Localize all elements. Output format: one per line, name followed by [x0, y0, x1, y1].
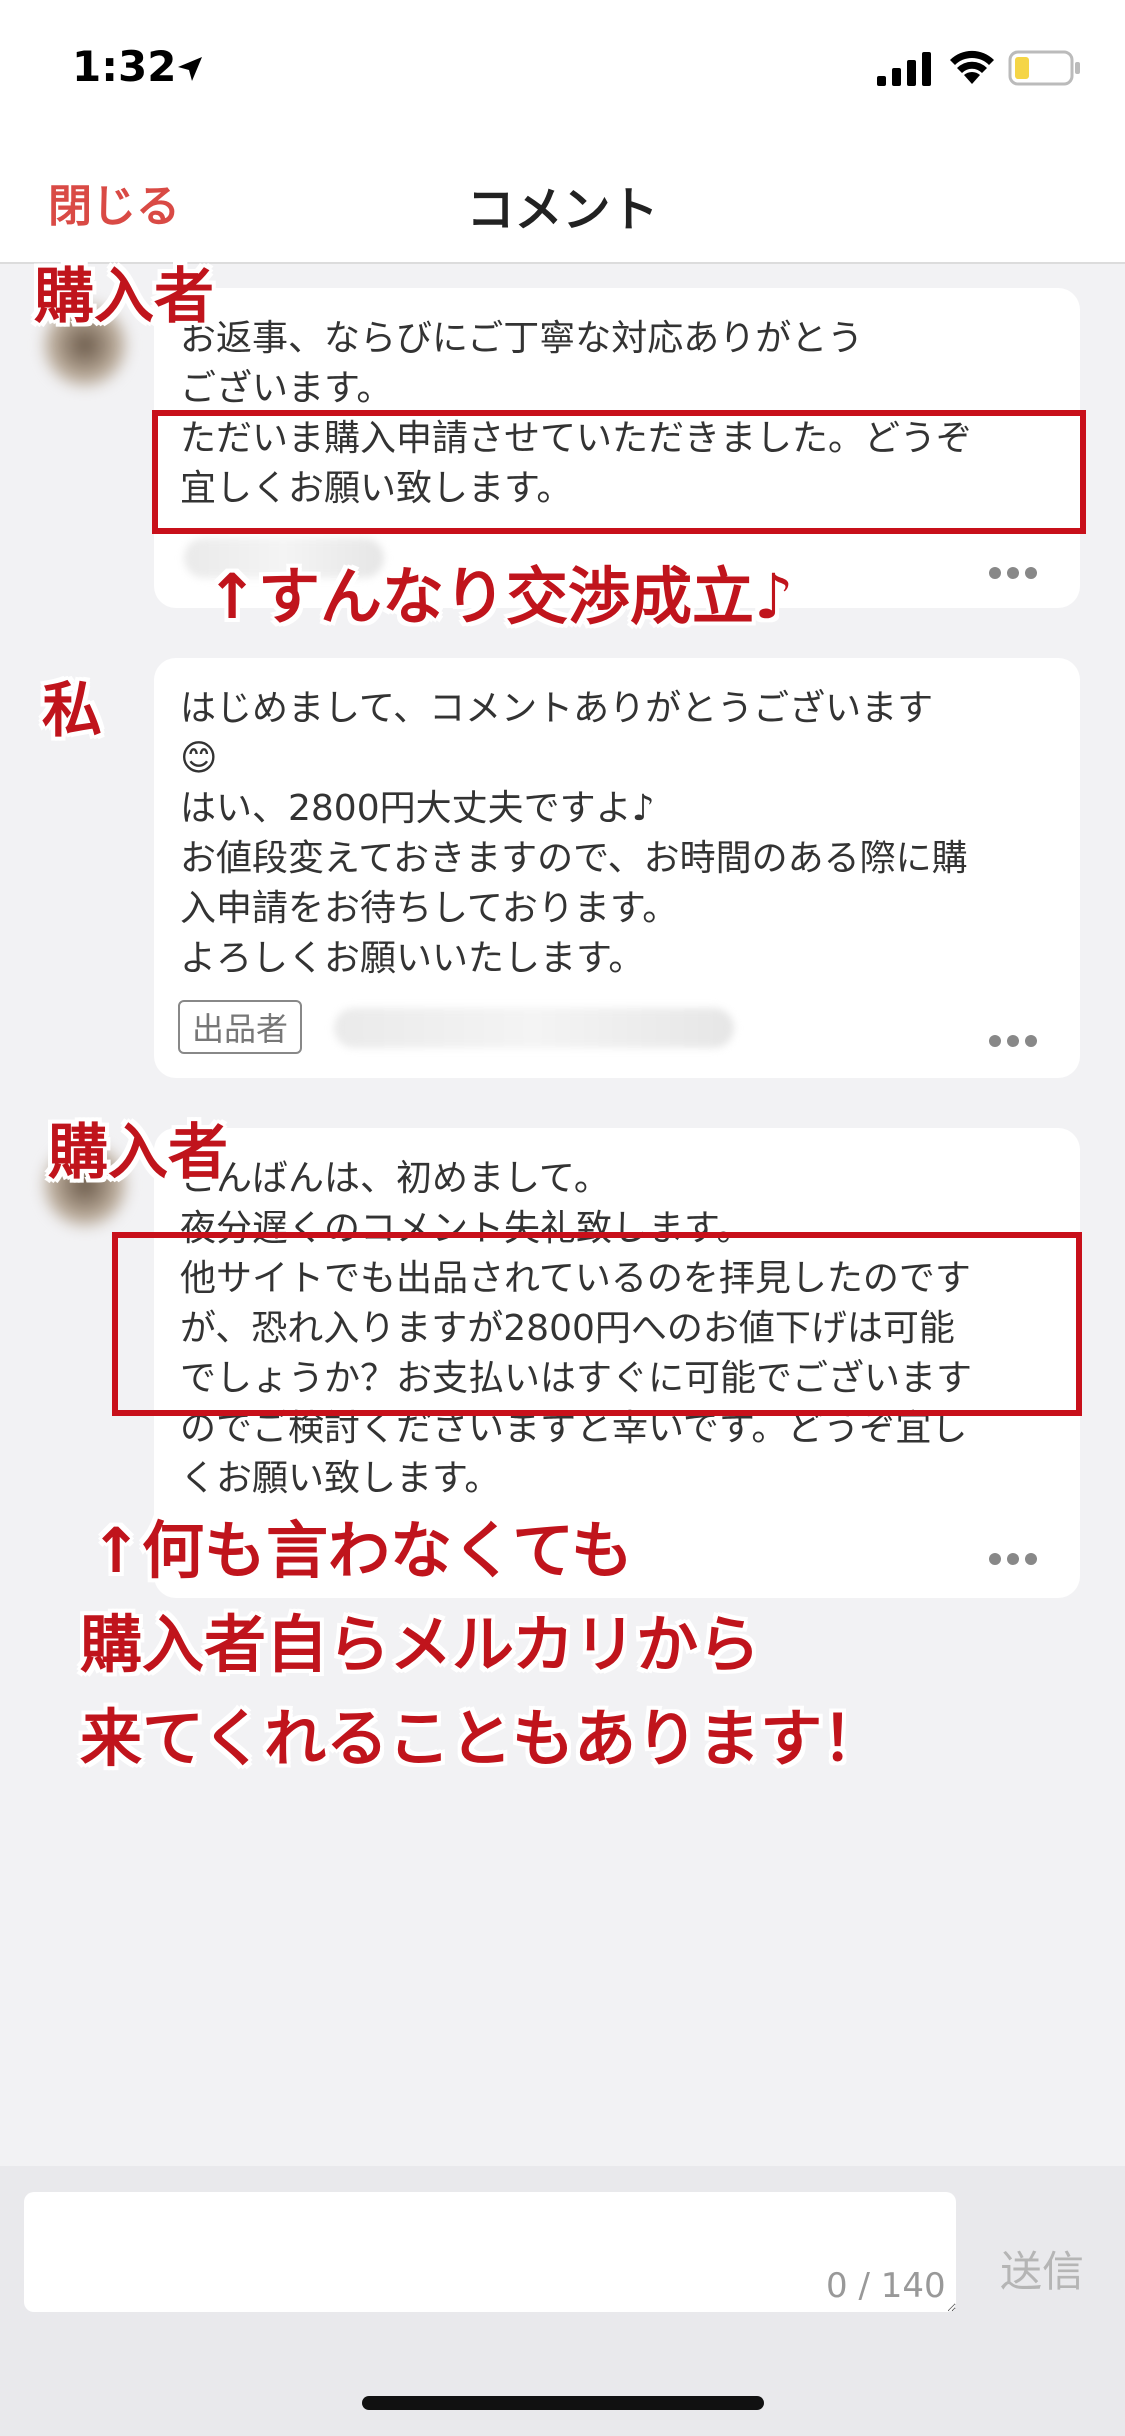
blurred-username	[334, 1008, 734, 1048]
comment-line: くお願い致します。	[180, 1458, 501, 1499]
comment-line: よろしくお願いいたします。	[180, 938, 645, 979]
annotation-note: ↑何も言わなくても	[90, 1514, 633, 1587]
location-arrow-icon	[178, 57, 202, 81]
annotation-note: 来てくれることもあります！	[80, 1702, 885, 1775]
seller-badge: 出品者	[178, 1000, 303, 1054]
battery-icon	[1008, 50, 1080, 86]
annotation-buyer-label: 購入者	[48, 1118, 228, 1188]
status-bar: 1:32	[0, 0, 1125, 140]
annotation-seller-label: 私	[42, 676, 102, 746]
comment-line: こんばんは、初めまして。	[180, 1158, 610, 1199]
home-indicator[interactable]	[362, 2396, 764, 2410]
comment-line: お返事、ならびにご丁寧な対応ありがとう	[180, 318, 864, 359]
page-title: コメント	[466, 182, 659, 238]
seller-badge-wrap: 出品者	[178, 1000, 303, 1054]
annotation-note: 購入者自らメルカリから	[80, 1608, 761, 1681]
character-counter: 0 / 140	[826, 2266, 946, 2306]
annotation-buyer-label: 購入者	[34, 262, 214, 332]
comment-line: はじめまして、コメントありがとうございます	[180, 688, 934, 729]
comment-card: はじめまして、コメントありがとうございます 😊 はい、2800円大丈夫ですよ♪ …	[154, 658, 1080, 1078]
highlight-box	[152, 410, 1086, 534]
comment-line: 入申請をお待ちしております。	[180, 888, 679, 929]
comment-line: 😊	[180, 738, 218, 779]
cellular-signal-icon	[877, 52, 931, 86]
comment-line: ございます。	[180, 368, 393, 409]
comment-body: はじめまして、コメントありがとうございます 😊 はい、2800円大丈夫ですよ♪ …	[154, 658, 1080, 984]
more-options-icon[interactable]	[988, 566, 1038, 580]
comment-line: はい、2800円大丈夫ですよ♪	[180, 788, 655, 829]
annotation-note: ↑すんなり交渉成立♪	[206, 560, 794, 633]
highlight-box	[112, 1232, 1082, 1416]
wifi-icon	[950, 50, 994, 84]
comment-line: お値段変えておきますので、お時間のある際に購	[180, 838, 968, 879]
more-options-icon[interactable]	[988, 1552, 1038, 1566]
status-time: 1:32	[72, 42, 177, 91]
send-button[interactable]: 送信	[1000, 2238, 1084, 2299]
nav-header: 閉じる コメント	[0, 140, 1125, 264]
comment-input[interactable]	[24, 2192, 956, 2312]
more-options-icon[interactable]	[988, 1034, 1038, 1048]
